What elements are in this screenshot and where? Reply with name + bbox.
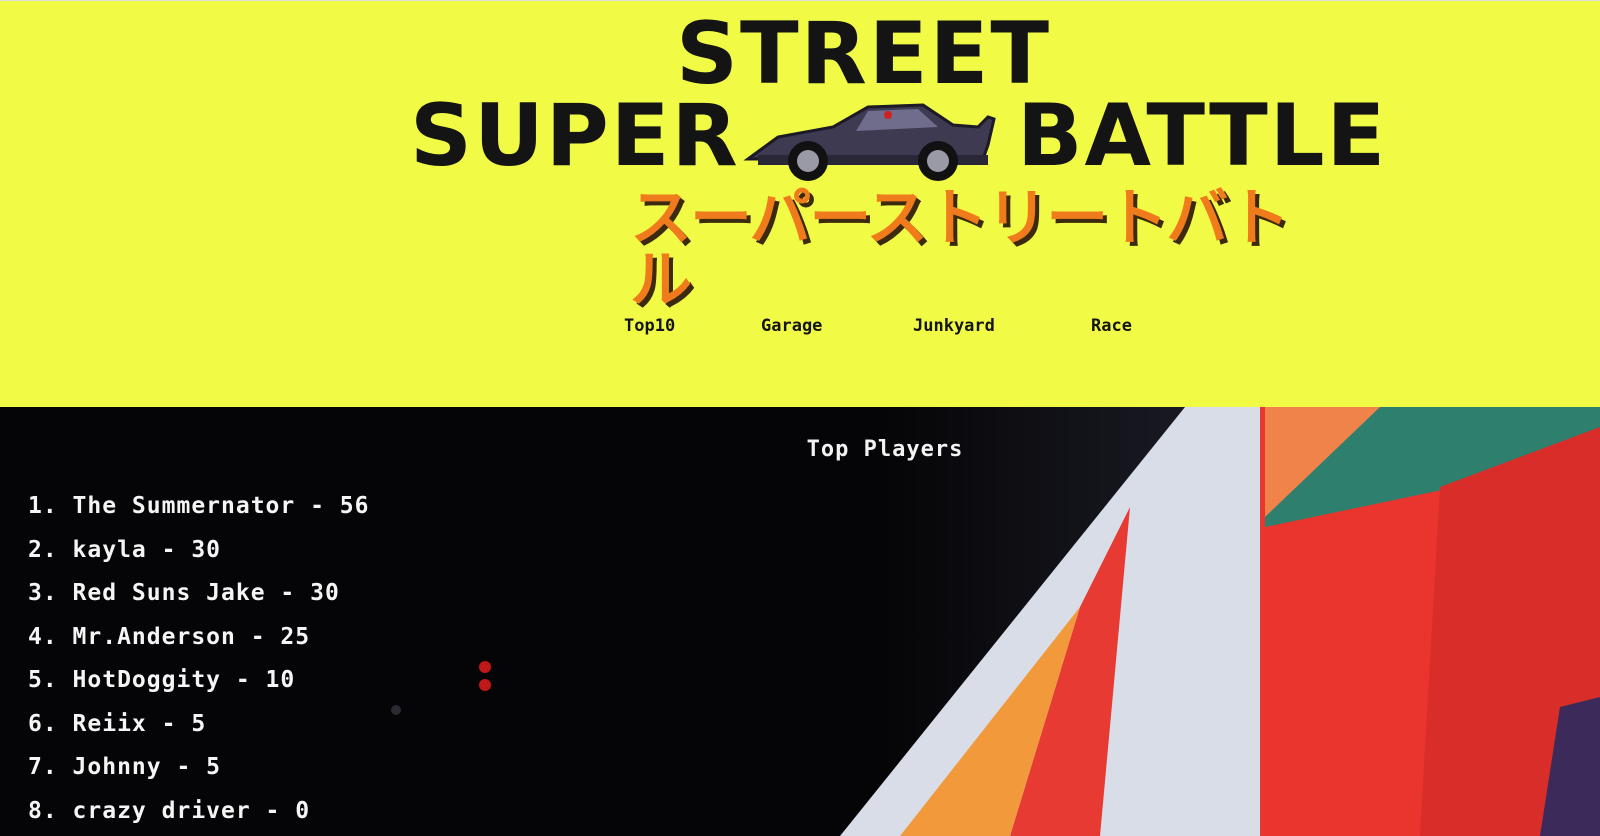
players-list: 1. The Summernator - 56 2. kayla - 30 3.… [28,493,370,836]
logo-japanese-text: スーパーストリートバトル [630,181,1290,316]
main-nav: Top10 Garage Junkyard Race [0,316,1600,346]
player-row: 8. crazy driver - 0 [28,797,311,824]
top-players-section: Top Players 1. The Summernator - 56 2. k… [0,407,1600,836]
logo-street-text: STREET [676,4,1051,104]
site-header: STREET SUPER BATTLE スーパーストリートバトル Top10 G… [0,0,1600,408]
logo-battle-text: BATTLE [1017,86,1388,186]
player-row: 4. Mr.Anderson - 25 [28,623,311,650]
player-row: 3. Red Suns Jake - 30 [28,580,340,606]
logo-super-text: SUPER [410,86,740,186]
player-row: 2. kayla - 30 [28,536,222,563]
site-logo[interactable]: STREET SUPER BATTLE スーパーストリートバトル [400,4,1385,311]
player-row: 1. The Summernator - 56 [28,493,370,519]
nav-garage[interactable]: Garage [761,316,822,336]
nav-race[interactable]: Race [1091,316,1132,336]
player-row: 5. HotDoggity - 10 [28,667,296,693]
car-icon [743,103,996,181]
nav-junkyard[interactable]: Junkyard [913,316,995,336]
nav-top10[interactable]: Top10 [624,316,675,336]
player-row: 6. Reiix - 5 [28,710,207,737]
top-players-title: Top Players [806,437,964,462]
player-row: 7. Johnny - 5 [28,754,222,780]
